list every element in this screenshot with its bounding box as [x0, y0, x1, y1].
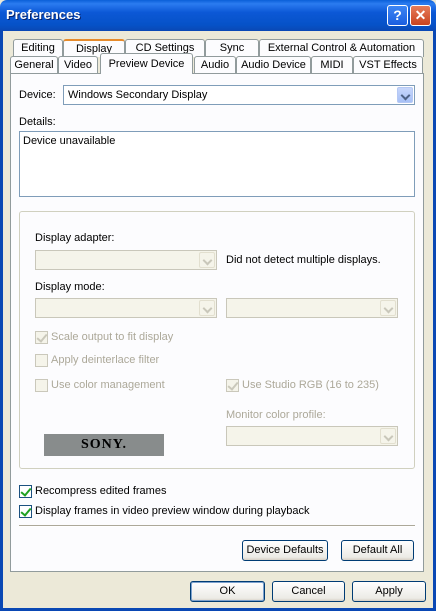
help-button[interactable]: ?: [387, 5, 408, 26]
display-adapter-select[interactable]: [35, 250, 217, 270]
preview-device-panel: Device: Windows Secondary Display Detail…: [10, 73, 424, 572]
tab-midi[interactable]: MIDI: [311, 56, 353, 74]
close-button[interactable]: ✕: [410, 5, 431, 26]
studio-rgb-checkbox[interactable]: [226, 379, 239, 392]
scale-output-label: Scale output to fit display: [51, 331, 174, 343]
separator: [19, 525, 415, 527]
default-all-button[interactable]: Default All: [341, 540, 414, 561]
details-box[interactable]: Device unavailable: [19, 131, 415, 197]
details-value: Device unavailable: [23, 135, 116, 147]
display-mode-select[interactable]: [35, 298, 217, 318]
details-label: Details:: [19, 116, 56, 128]
tab-audio-device[interactable]: Audio Device: [236, 56, 311, 74]
display-frames-checkbox[interactable]: [19, 505, 32, 518]
studio-rgb-label: Use Studio RGB (16 to 235): [242, 379, 379, 391]
tab-external-control[interactable]: External Control & Automation: [259, 39, 424, 57]
recompress-checkbox[interactable]: [19, 485, 32, 498]
color-management-checkbox[interactable]: [35, 379, 48, 392]
display-settings-group: Display adapter: Did not detect multiple…: [19, 211, 415, 469]
recompress-label: Recompress edited frames: [35, 485, 167, 497]
cancel-button[interactable]: Cancel: [272, 581, 345, 602]
tab-preview-device[interactable]: Preview Device: [100, 53, 193, 74]
chevron-down-icon[interactable]: [199, 252, 215, 268]
ok-button[interactable]: OK: [190, 581, 265, 602]
tab-sync[interactable]: Sync: [205, 39, 259, 57]
apply-button[interactable]: Apply: [352, 581, 426, 602]
tab-video[interactable]: Video: [58, 56, 98, 74]
monitor-profile-select[interactable]: [226, 426, 398, 446]
device-defaults-button[interactable]: Device Defaults: [242, 540, 328, 561]
tab-vst-effects[interactable]: VST Effects: [353, 56, 423, 74]
chevron-down-icon[interactable]: [380, 300, 396, 316]
deinterlace-label: Apply deinterlace filter: [51, 354, 160, 366]
scale-output-checkbox[interactable]: [35, 331, 48, 344]
title-bar[interactable]: Preferences ? ✕: [0, 0, 436, 31]
tab-general[interactable]: General: [10, 56, 58, 74]
tab-audio[interactable]: Audio: [194, 56, 236, 74]
device-label: Device:: [19, 89, 56, 101]
device-select[interactable]: Windows Secondary Display: [63, 85, 415, 105]
deinterlace-checkbox[interactable]: [35, 354, 48, 367]
refresh-rate-select[interactable]: [226, 298, 398, 318]
chevron-down-icon[interactable]: [380, 428, 396, 444]
display-mode-label: Display mode:: [35, 281, 105, 293]
display-adapter-note: Did not detect multiple displays.: [226, 254, 381, 266]
sony-logo: SONY.: [44, 434, 164, 456]
tab-editing[interactable]: Editing: [13, 39, 63, 57]
chevron-down-icon[interactable]: [199, 300, 215, 316]
display-frames-label: Display frames in video preview window d…: [35, 505, 310, 517]
device-value: Windows Secondary Display: [68, 89, 208, 101]
monitor-profile-label: Monitor color profile:: [226, 409, 326, 421]
chevron-down-icon[interactable]: [397, 87, 413, 103]
display-adapter-label: Display adapter:: [35, 232, 115, 244]
window-title: Preferences: [6, 7, 81, 22]
color-management-label: Use color management: [51, 379, 165, 391]
